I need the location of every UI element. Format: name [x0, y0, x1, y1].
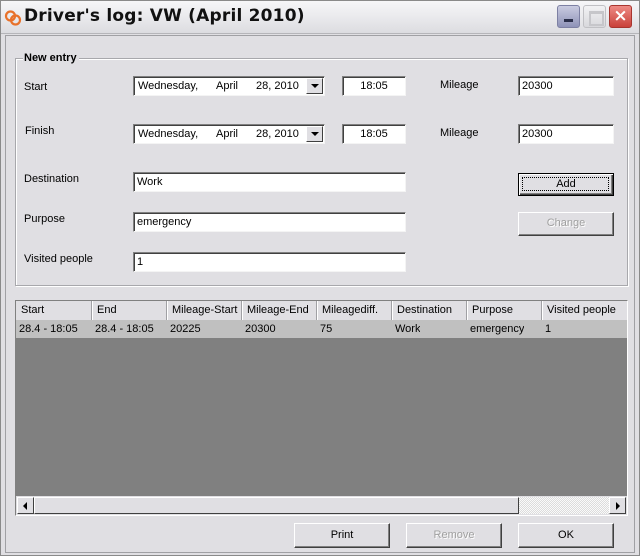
start-date-day-year: 28, 2010: [256, 80, 299, 92]
cell-mileage-end: 20300: [245, 323, 276, 335]
finish-date-dropdown-button[interactable]: [306, 126, 323, 142]
finish-date-day-year: 28, 2010: [256, 128, 299, 140]
start-date-picker[interactable]: Wednesday, April 28, 2010: [133, 76, 325, 96]
cell-purpose: emergency: [470, 323, 525, 335]
minimize-button[interactable]: [557, 5, 580, 28]
start-label: Start: [24, 81, 48, 93]
maximize-button[interactable]: [583, 5, 606, 28]
change-button[interactable]: Change: [518, 212, 614, 236]
ok-button[interactable]: OK: [518, 523, 614, 548]
app-logo-icon: [4, 10, 22, 26]
purpose-field[interactable]: emergency: [133, 212, 406, 232]
column-header-mileage-end[interactable]: Mileage-End: [242, 301, 317, 320]
visited-people-field[interactable]: 1: [133, 252, 406, 272]
table-row[interactable]: 28.4 - 18:05 28.4 - 18:05 20225 20300 75…: [16, 320, 627, 338]
finish-time-field[interactable]: 18:05: [342, 124, 406, 144]
log-list-view[interactable]: Start End Mileage-Start Mileage-End Mile…: [15, 300, 628, 516]
focus-rectangle: [522, 177, 609, 191]
cell-end: 28.4 - 18:05: [95, 323, 154, 335]
finish-date-month: April: [216, 128, 239, 140]
start-date-weekday: Wednesday,: [138, 80, 199, 92]
cell-mileage-diff: 75: [320, 323, 333, 335]
scroll-right-arrow-icon[interactable]: [609, 497, 626, 514]
finish-date-weekday: Wednesday,: [138, 128, 199, 140]
close-icon: ×: [613, 6, 628, 26]
column-header-start[interactable]: Start: [16, 301, 92, 320]
finish-mileage-field[interactable]: 20300: [518, 124, 614, 144]
scroll-left-arrow-icon[interactable]: [17, 497, 34, 514]
print-button[interactable]: Print: [294, 523, 390, 548]
remove-button[interactable]: Remove: [406, 523, 502, 548]
close-button[interactable]: ×: [609, 5, 632, 28]
destination-label: Destination: [24, 173, 80, 185]
cell-destination: Work: [395, 323, 421, 335]
finish-label: Finish: [25, 125, 55, 137]
column-header-destination[interactable]: Destination: [392, 301, 467, 320]
column-header-mileage-diff[interactable]: Mileagediff.: [317, 301, 392, 320]
add-button[interactable]: Add: [518, 173, 614, 196]
cell-visited-people: 1: [545, 323, 552, 335]
column-header-purpose[interactable]: Purpose: [467, 301, 542, 320]
window-title: Driver's log: VW (April 2010): [24, 6, 305, 26]
title-bar[interactable]: Driver's log: VW (April 2010) ×: [1, 1, 639, 34]
new-entry-group-title: New entry: [23, 52, 79, 64]
start-mileage-field[interactable]: 20300: [518, 76, 614, 96]
print-button-label: Print: [330, 529, 354, 541]
cell-mileage-start: 20225: [170, 323, 201, 335]
column-header-end[interactable]: End: [92, 301, 167, 320]
ok-button-label: OK: [558, 529, 574, 541]
horizontal-scrollbar[interactable]: [16, 496, 627, 515]
destination-field[interactable]: Work: [133, 172, 406, 192]
change-button-label: Change: [546, 217, 586, 229]
scrollbar-track[interactable]: [519, 497, 609, 514]
remove-button-label: Remove: [433, 529, 475, 541]
start-time-field[interactable]: 18:05: [342, 76, 406, 96]
start-mileage-label: Mileage: [440, 79, 479, 91]
scrollbar-thumb[interactable]: [34, 497, 519, 514]
drivers-log-window: Driver's log: VW (April 2010) × New entr…: [0, 0, 640, 556]
start-date-dropdown-button[interactable]: [306, 78, 323, 94]
purpose-label: Purpose: [24, 213, 65, 225]
column-header-visited-people[interactable]: Visited people: [542, 301, 627, 320]
start-date-month: April: [216, 80, 239, 92]
list-header: Start End Mileage-Start Mileage-End Mile…: [16, 301, 627, 320]
cell-start: 28.4 - 18:05: [19, 323, 78, 335]
visited-people-label: Visited people: [24, 253, 93, 265]
finish-date-picker[interactable]: Wednesday, April 28, 2010: [133, 124, 325, 144]
column-header-mileage-start[interactable]: Mileage-Start: [167, 301, 242, 320]
finish-mileage-label: Mileage: [440, 127, 479, 139]
